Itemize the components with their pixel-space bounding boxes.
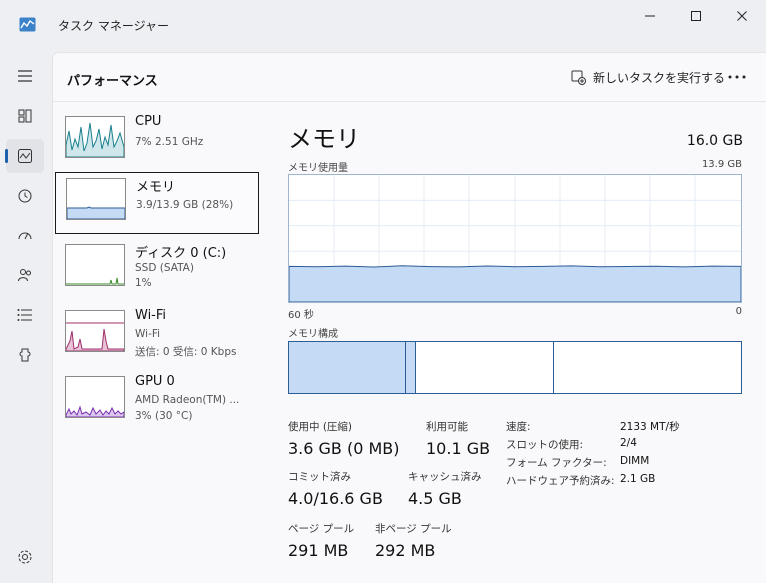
device-wifi[interactable]: Wi-Fi Wi-Fi 送信: 0 受信: 0 Kbps xyxy=(55,305,259,367)
memory-usage-area xyxy=(289,265,741,302)
committed-label: コミット済み xyxy=(288,471,351,483)
device-detail: Wi-Fi xyxy=(135,328,161,340)
device-name: メモリ xyxy=(136,180,176,195)
app-history-icon xyxy=(18,189,32,203)
device-detail: AMD Radeon(TM) ... xyxy=(135,394,240,406)
nav-app-history[interactable] xyxy=(6,179,44,213)
device-disk[interactable]: ディスク 0 (C:) SSD (SATA) 1% xyxy=(55,239,259,301)
nav-processes[interactable] xyxy=(6,99,44,133)
nonpaged-pool-label: 非ページ プール xyxy=(375,523,452,535)
hardware-reserved-label: ハードウェア予約済み: xyxy=(506,475,615,487)
memory-composition-bar xyxy=(288,341,742,394)
task-manager-icon xyxy=(19,17,36,32)
nav-settings[interactable] xyxy=(6,540,44,574)
device-name: ディスク 0 (C:) xyxy=(135,246,227,261)
hardware-reserved-value: 2.1 GB xyxy=(620,473,656,485)
memory-usage-graph xyxy=(288,174,742,303)
cached-value: 4.5 GB xyxy=(408,489,462,508)
composition-standby xyxy=(416,342,554,393)
device-name: GPU 0 xyxy=(135,374,175,389)
hamburger-menu-button[interactable] xyxy=(6,59,44,93)
form-factor-value: DIMM xyxy=(620,455,650,467)
run-new-task-button[interactable]: 新しいタスクを実行する xyxy=(567,63,729,91)
slots-value: 2/4 xyxy=(620,437,637,449)
paged-pool-value: 291 MB xyxy=(288,541,349,560)
memory-composition-label: メモリ構成 xyxy=(288,329,338,340)
gpu-thumbnail-graph xyxy=(65,376,125,418)
memory-total: 16.0 GB xyxy=(686,133,743,149)
slots-label: スロットの使用: xyxy=(506,439,584,451)
maximize-button[interactable] xyxy=(674,4,718,28)
hamburger-menu-icon xyxy=(18,70,32,82)
in-use-value: 3.6 GB (0 MB) xyxy=(288,439,400,458)
memory-thumbnail-graph xyxy=(66,178,126,220)
memory-usage-max: 13.9 GB xyxy=(701,159,742,170)
speed-label: 速度: xyxy=(506,421,531,433)
device-detail: 3.9/13.9 GB (28%) xyxy=(136,199,234,211)
committed-value: 4.0/16.6 GB xyxy=(288,489,383,508)
nav-services[interactable] xyxy=(6,338,44,372)
device-cpu[interactable]: CPU 7% 2.51 GHz xyxy=(55,111,259,173)
device-throughput: 送信: 0 受信: 0 Kbps xyxy=(135,346,237,358)
performance-icon xyxy=(18,149,32,163)
graph-axis-left: 60 秒 xyxy=(288,310,314,321)
speed-value: 2133 MT/秒 xyxy=(620,421,680,433)
device-usage: 3% (30 °C) xyxy=(135,410,193,422)
more-icon xyxy=(728,75,746,79)
graph-axis-right: 0 xyxy=(735,306,742,317)
close-button[interactable] xyxy=(720,4,764,28)
cpu-thumbnail-graph xyxy=(65,116,125,158)
more-options-button[interactable] xyxy=(725,67,749,87)
users-icon xyxy=(18,269,31,282)
maximize-icon xyxy=(691,11,701,21)
header-divider xyxy=(53,101,766,102)
device-memory[interactable]: メモリ 3.9/13.9 GB (28%) xyxy=(55,172,259,234)
cached-label: キャッシュ済み xyxy=(408,471,482,483)
composition-free xyxy=(554,342,741,393)
run-task-label: 新しいタスクを実行する xyxy=(593,70,726,85)
nav-performance[interactable] xyxy=(5,139,44,173)
disk-thumbnail-graph xyxy=(65,244,125,286)
services-icon xyxy=(19,348,31,362)
device-detail: 7% 2.51 GHz xyxy=(135,136,204,148)
memory-title: メモリ xyxy=(288,125,360,153)
window-title: タスク マネージャー xyxy=(58,19,169,33)
close-icon xyxy=(737,11,747,21)
title-bar[interactable]: タスク マネージャー xyxy=(0,0,766,52)
details-icon xyxy=(17,309,32,321)
form-factor-label: フォーム ファクター: xyxy=(506,457,607,469)
available-label: 利用可能 xyxy=(426,421,468,433)
composition-in-use xyxy=(289,342,406,393)
wifi-thumbnail-graph xyxy=(65,310,125,352)
available-value: 10.1 GB xyxy=(426,439,491,458)
processes-icon xyxy=(18,109,32,123)
startup-apps-icon xyxy=(18,232,32,240)
memory-usage-label: メモリ使用量 xyxy=(288,163,348,174)
device-name: Wi-Fi xyxy=(135,308,167,323)
performance-panel: パフォーマンス 新しいタスクを実行する CPU 7% 2.51 GHz メモリ … xyxy=(52,52,766,583)
page-title: パフォーマンス xyxy=(67,74,158,89)
minimize-icon xyxy=(645,15,655,17)
nav-startup-apps[interactable] xyxy=(6,218,44,252)
run-task-icon xyxy=(571,70,586,85)
in-use-label: 使用中 (圧縮) xyxy=(288,421,353,433)
device-gpu[interactable]: GPU 0 AMD Radeon(TM) ... 3% (30 °C) xyxy=(55,371,259,433)
nonpaged-pool-value: 292 MB xyxy=(375,541,436,560)
device-detail: SSD (SATA) xyxy=(135,262,194,274)
composition-modified xyxy=(406,342,416,393)
minimize-button[interactable] xyxy=(628,4,672,28)
device-usage: 1% xyxy=(135,277,152,289)
device-name: CPU xyxy=(135,114,162,129)
nav-details[interactable] xyxy=(6,298,44,332)
nav-users[interactable] xyxy=(6,258,44,292)
paged-pool-label: ページ プール xyxy=(288,523,355,535)
settings-icon xyxy=(18,550,32,564)
